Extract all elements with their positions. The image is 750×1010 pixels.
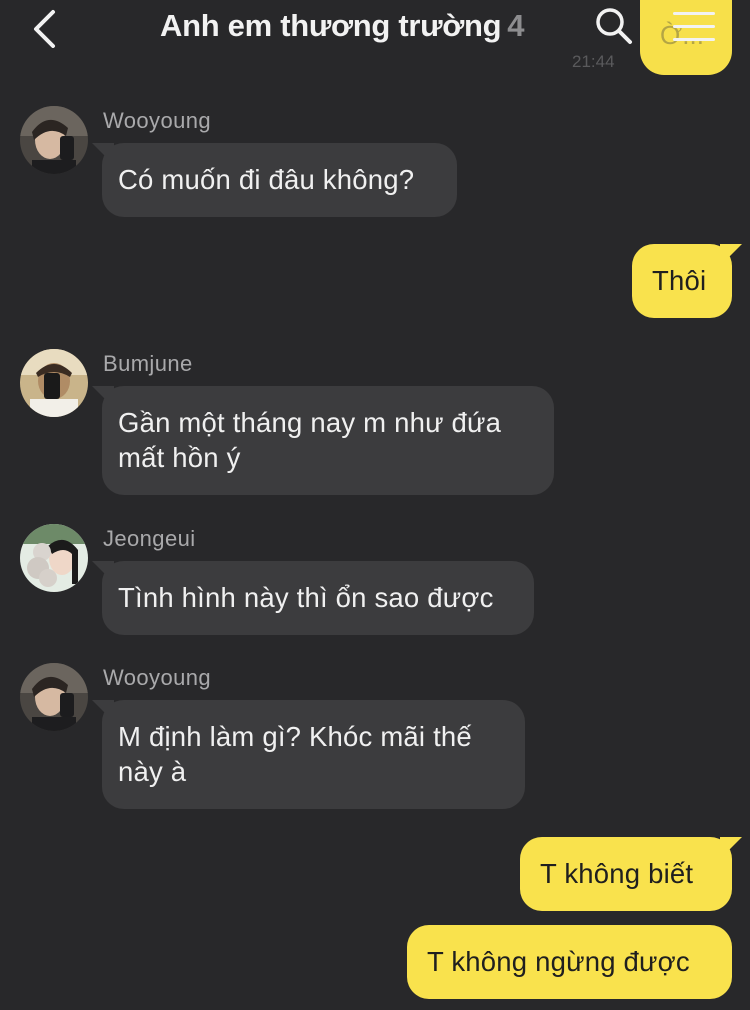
sender-name: Wooyoung xyxy=(103,108,211,133)
chat-header: Ờ... 21:44 Anh em thương trường 4 xyxy=(0,0,750,75)
message-text: Tình hình này thì ổn sao được xyxy=(118,582,494,613)
search-button[interactable] xyxy=(594,6,634,46)
message-text: T không biết xyxy=(540,858,694,889)
chevron-left-icon xyxy=(34,10,55,48)
partial-message-time: 21:44 xyxy=(572,52,615,71)
avatar[interactable] xyxy=(20,524,88,592)
message-bubble-outgoing[interactable]: T không ngừng được xyxy=(407,925,732,999)
menu-icon xyxy=(673,12,715,15)
avatar[interactable] xyxy=(20,663,88,731)
sender-name: Bumjune xyxy=(103,351,193,376)
message-text: Có muốn đi đâu không? xyxy=(118,164,415,195)
avatar[interactable] xyxy=(20,106,88,174)
avatar-jeongeui-icon xyxy=(20,524,88,592)
message-bubble-incoming[interactable]: Tình hình này thì ổn sao được xyxy=(102,561,534,635)
member-count: 4 xyxy=(507,8,525,43)
message-bubble-incoming[interactable]: Có muốn đi đâu không? xyxy=(102,143,457,217)
sender-name: Wooyoung xyxy=(103,665,211,690)
message-bubble-incoming[interactable]: Gần một tháng nay m như đứa mất hồn ý xyxy=(102,386,554,495)
message-bubble-outgoing[interactable]: T không biết xyxy=(520,837,732,911)
chat-screen: Ờ... 21:44 Anh em thương trường 4 Wooyou… xyxy=(0,0,750,1010)
message-bubble-outgoing[interactable]: Thôi xyxy=(632,244,732,318)
sender-name: Jeongeui xyxy=(103,526,196,551)
avatar[interactable] xyxy=(20,349,88,417)
menu-button[interactable] xyxy=(673,10,715,44)
message-text: T không ngừng được xyxy=(427,946,690,977)
back-button[interactable] xyxy=(26,8,66,48)
menu-icon-line xyxy=(673,38,715,41)
avatar-bumjune-icon xyxy=(20,349,88,417)
chat-title: Anh em thương trường 4 xyxy=(160,8,525,44)
chat-title-text: Anh em thương trường xyxy=(160,8,502,43)
message-text: M định làm gì? Khóc mãi thế này à xyxy=(118,721,472,787)
message-bubble-incoming[interactable]: M định làm gì? Khóc mãi thế này à xyxy=(102,700,525,809)
avatar-wooyoung-icon xyxy=(20,106,88,174)
search-icon xyxy=(596,8,632,44)
message-text: Thôi xyxy=(652,265,707,296)
message-text: Gần một tháng nay m như đứa mất hồn ý xyxy=(118,407,502,473)
menu-icon-line xyxy=(673,25,715,28)
avatar-wooyoung-icon xyxy=(20,663,88,731)
